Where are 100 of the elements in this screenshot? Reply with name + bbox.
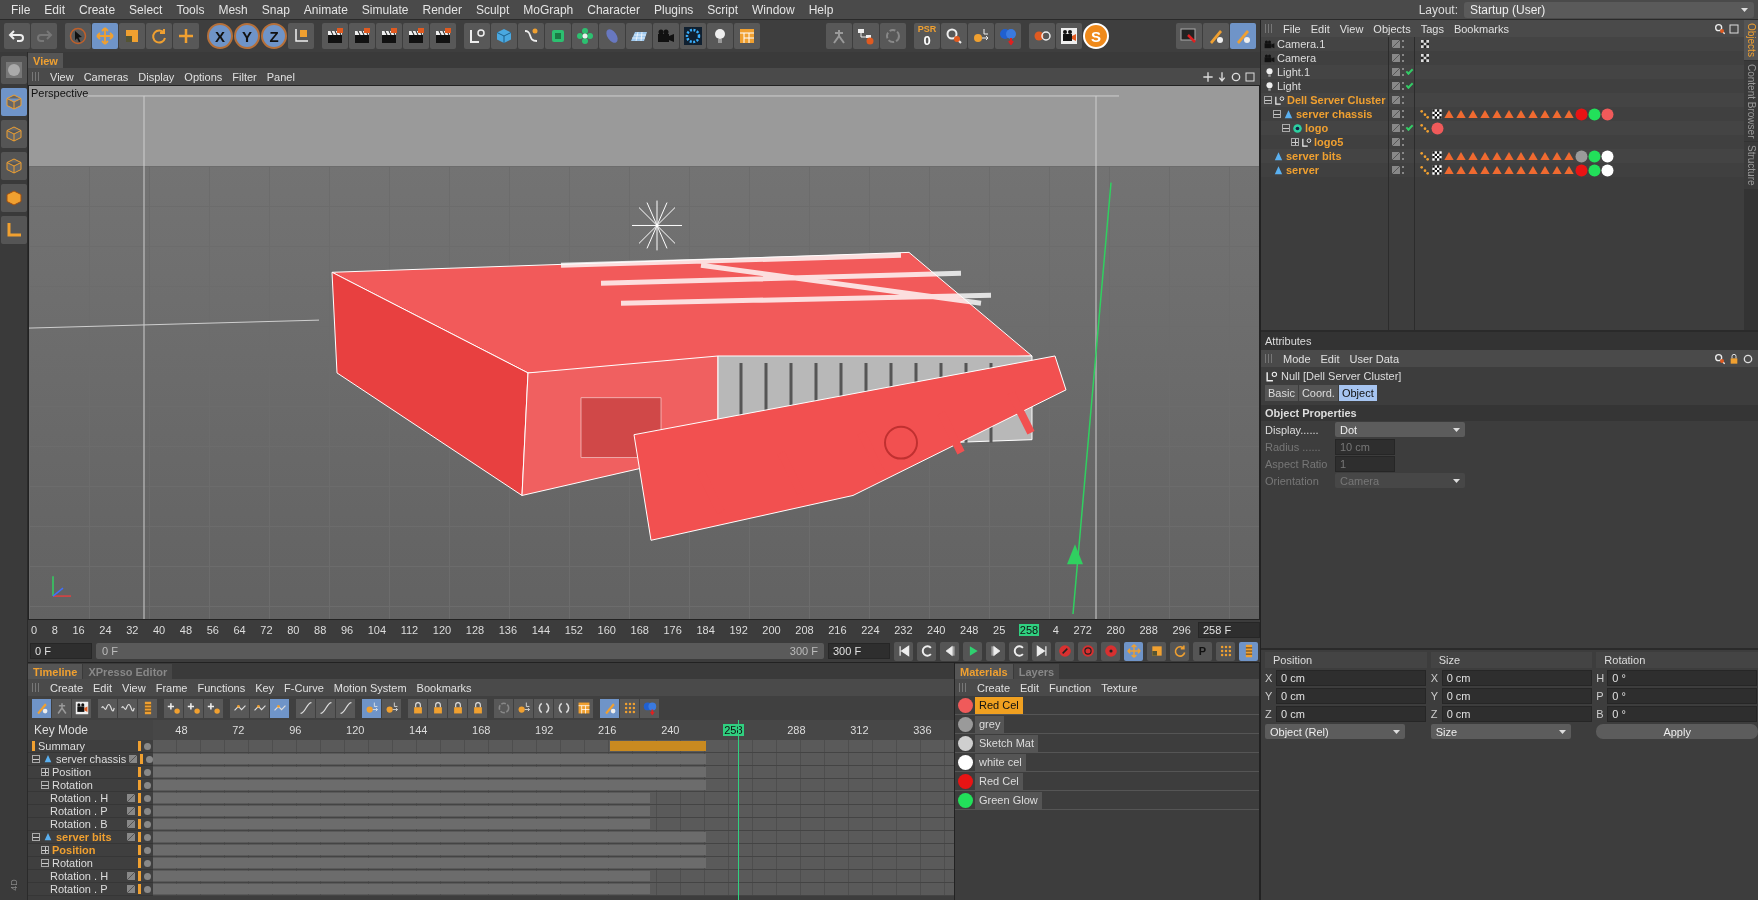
attribute-tab[interactable]: Basic [1265, 385, 1298, 401]
menu-item[interactable]: Plugins [646, 2, 701, 17]
menu-item[interactable]: Create [45, 681, 89, 694]
menu-item[interactable]: Snap [254, 2, 297, 17]
menu-item[interactable]: File [4, 2, 38, 17]
side-tab[interactable]: Content Browser [1744, 60, 1758, 142]
axis-lock-button[interactable]: Z [261, 23, 287, 49]
menu-item[interactable]: Help [801, 2, 841, 17]
dropdown[interactable]: Object (Rel) [1265, 724, 1405, 739]
menu-item[interactable]: Mesh [211, 2, 255, 17]
menu-item[interactable]: View [1334, 22, 1369, 35]
menu-item[interactable]: Cameras [78, 70, 134, 83]
dropdown[interactable]: Size [1430, 724, 1571, 739]
menu-item[interactable]: Edit [1315, 352, 1345, 365]
coordinate-field[interactable]: 0 cm [1276, 670, 1426, 686]
frame-range-slider[interactable]: 0 F 300 F [96, 643, 824, 659]
object-row[interactable]: Camera.1 [1261, 37, 1744, 51]
viewport[interactable]: Perspective [28, 85, 1260, 620]
menu-item[interactable]: Panel [261, 70, 300, 83]
track-label[interactable]: Rotation [52, 779, 135, 791]
menu-item[interactable]: Key [250, 681, 280, 694]
object-row[interactable]: server bits [1261, 149, 1744, 163]
menu-item[interactable]: Animate [296, 2, 355, 17]
menu-item[interactable]: File [1278, 22, 1306, 35]
menu-item[interactable]: Edit [88, 681, 117, 694]
menu-item[interactable]: Objects [1368, 22, 1416, 35]
menu-item[interactable]: Filter [227, 70, 262, 83]
menu-item[interactable]: Tags [1415, 22, 1449, 35]
object-name[interactable]: Dell Server Cluster [1287, 94, 1386, 106]
object-name[interactable]: server [1286, 164, 1320, 176]
object-name[interactable]: Camera [1277, 52, 1317, 64]
menu-item[interactable]: Display [133, 70, 180, 83]
menu-item[interactable]: User Data [1344, 352, 1405, 365]
menu-item[interactable]: Create [972, 681, 1016, 694]
axis-lock-button[interactable]: Y [234, 23, 260, 49]
attribute-tab[interactable]: Coord. [1298, 385, 1338, 401]
menu-item[interactable]: Tools [169, 2, 212, 17]
coordinate-field[interactable]: 0 cm [1276, 688, 1426, 704]
menu-item[interactable]: Edit [1015, 681, 1044, 694]
coordinate-field[interactable]: 0 ° [1607, 688, 1758, 704]
menu-item[interactable]: Bookmarks [1448, 22, 1514, 35]
current-frame-field[interactable]: 258 F [1198, 622, 1260, 638]
material-name[interactable]: grey [975, 715, 1005, 733]
start-frame-field[interactable]: 0 F [30, 643, 92, 659]
coordinate-field[interactable]: 0 ° [1607, 706, 1758, 722]
object-name[interactable]: server bits [1286, 150, 1342, 162]
object-name[interactable]: Camera.1 [1277, 38, 1326, 50]
menu-item[interactable]: Functions [192, 681, 251, 694]
coordinate-field[interactable]: 0 ° [1607, 670, 1758, 686]
object-name[interactable]: logo5 [1314, 136, 1344, 148]
object-row[interactable]: Dell Server Cluster [1261, 93, 1744, 107]
menu-item[interactable]: Character [580, 2, 647, 17]
material-name[interactable]: white cel [975, 753, 1026, 771]
side-tab[interactable]: Structure [1744, 142, 1758, 189]
track-label[interactable]: Position [52, 844, 135, 856]
menu-item[interactable]: Options [179, 70, 228, 83]
menu-item[interactable]: Function [1044, 681, 1097, 694]
object-name[interactable]: logo [1305, 122, 1329, 134]
panel-tab[interactable]: Materials [955, 664, 1013, 679]
viewport-tab[interactable]: View [28, 53, 63, 68]
menu-item[interactable]: Bookmarks [411, 681, 477, 694]
object-name[interactable]: server chassis [1296, 108, 1373, 120]
menu-item[interactable]: Script [700, 2, 745, 17]
end-frame-field[interactable]: 300 F [828, 643, 890, 659]
menu-item[interactable]: Sculpt [468, 2, 517, 17]
object-row[interactable]: logo [1261, 121, 1744, 135]
coordinate-field[interactable]: 0 cm [1441, 706, 1592, 722]
material-name[interactable]: Red Cel [975, 696, 1023, 714]
coordinate-field[interactable]: 0 cm [1441, 670, 1592, 686]
menu-item[interactable]: Frame [150, 681, 193, 694]
coordinate-field[interactable]: 0 cm [1276, 706, 1426, 722]
menu-item[interactable]: F-Curve [279, 681, 329, 694]
menu-item[interactable]: Select [122, 2, 170, 17]
menu-item[interactable]: MoGraph [516, 2, 581, 17]
menu-item[interactable]: Create [72, 2, 123, 17]
layout-dropdown[interactable]: Startup (User) [1464, 1, 1754, 18]
track-label[interactable]: Position [52, 766, 135, 778]
psr-button[interactable]: PSR 0 [914, 23, 940, 49]
material-name[interactable]: Red Cel [975, 772, 1023, 790]
side-tab[interactable]: Objects [1744, 20, 1758, 60]
coordinate-field[interactable]: 0 cm [1441, 688, 1592, 704]
menu-item[interactable]: Render [415, 2, 469, 17]
object-name[interactable]: Light [1277, 80, 1301, 92]
menu-item[interactable]: Mode [1278, 352, 1316, 365]
track-label[interactable]: Summary [38, 740, 135, 752]
menu-item[interactable]: View [45, 70, 79, 83]
axis-lock-button[interactable]: X [207, 23, 233, 49]
menu-item[interactable]: Motion System [328, 681, 412, 694]
object-row[interactable]: Light.1 [1261, 65, 1744, 79]
menu-item[interactable]: Edit [1305, 22, 1335, 35]
material-name[interactable]: Sketch Mat [975, 734, 1039, 752]
menu-item[interactable]: View [117, 681, 151, 694]
track-label[interactable]: Rotation [52, 857, 135, 869]
menu-item[interactable]: Texture [1096, 681, 1143, 694]
apply-button[interactable]: Apply [1596, 724, 1758, 739]
menu-item[interactable]: Edit [37, 2, 73, 17]
menu-item[interactable]: Simulate [354, 2, 416, 17]
object-name[interactable]: Light.1 [1277, 66, 1311, 78]
frame-ruler[interactable]: 0 8 16 24 32 40 48 56 64 72 80 88 96 104 112 120 128 136 144 152 160 168 176 184 192 200 208 216 224 232 240 248 25 258 4 272 280 288 296 258 F [28, 620, 1260, 640]
dropdown[interactable]: Dot [1335, 422, 1465, 437]
